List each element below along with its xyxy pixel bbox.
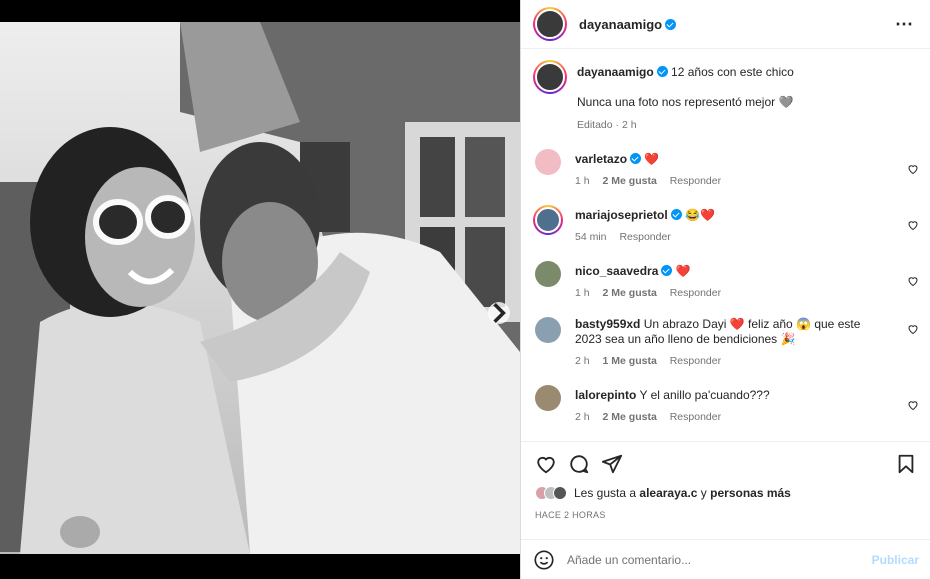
likes-summary: Les gusta a alearaya.c y personas más — [535, 486, 917, 500]
author-username[interactable]: dayanaamigo — [579, 17, 677, 32]
comment-item: nico_saavedra ❤️ 1 h 2 Me gusta Responde… — [533, 261, 919, 301]
verified-icon — [670, 209, 682, 220]
instagram-post-modal: dayanaamigo ⋯ dayanaamigo 12 años con es… — [0, 0, 930, 579]
caption-edited: Editado · 2 h — [577, 119, 637, 131]
caption-avatar[interactable] — [533, 60, 567, 94]
photo-illustration — [0, 22, 520, 554]
comment-text: ❤️ — [675, 264, 691, 278]
likes-prefix: Les gusta a — [574, 486, 637, 500]
comment-item: lalorepinto Y el anillo pa'cuando??? 2 h… — [533, 385, 919, 425]
post-photo[interactable] — [0, 22, 520, 554]
comment-icon[interactable] — [568, 453, 590, 475]
post-header: dayanaamigo ⋯ — [521, 0, 930, 49]
comment-time: 2 h — [575, 411, 590, 423]
comment-item: basty959xd Un abrazo Dayi ❤️ feliz año 😱… — [533, 317, 919, 369]
comment-username[interactable]: varletazo — [575, 152, 627, 166]
next-photo-button[interactable] — [488, 302, 510, 324]
comment-time: 54 min — [575, 231, 607, 243]
more-options-icon[interactable]: ⋯ — [895, 14, 918, 35]
comments-list[interactable]: dayanaamigo 12 años con este chico Nunca… — [521, 49, 930, 441]
comment-likes[interactable]: 2 Me gusta — [603, 411, 657, 423]
reply-button[interactable]: Responder — [619, 231, 670, 243]
like-comment-heart-icon[interactable] — [907, 399, 919, 411]
verified-icon — [630, 153, 642, 164]
reply-button[interactable]: Responder — [670, 175, 721, 187]
chevron-right-icon — [493, 302, 506, 324]
media-panel — [0, 0, 520, 579]
comment-item: varletazo ❤️ 1 h 2 Me gusta Responder — [533, 149, 919, 189]
reply-button[interactable]: Responder — [670, 355, 721, 367]
comment-username[interactable]: lalorepinto — [575, 388, 636, 402]
commenter-avatar[interactable] — [535, 385, 561, 411]
like-comment-heart-icon[interactable] — [907, 219, 919, 231]
add-comment-bar: Publicar — [521, 539, 930, 579]
comment-time: 2 h — [575, 355, 590, 367]
commenter-avatar[interactable] — [535, 317, 561, 343]
comment-likes[interactable]: 2 Me gusta — [603, 287, 657, 299]
comment-item: mariajoseprietol 😂❤️ 54 min Responder — [533, 205, 919, 245]
comment-text: ❤️ — [644, 152, 660, 166]
comment-username[interactable]: nico_saavedra — [575, 264, 658, 278]
comment-text: Y el anillo pa'cuando??? — [639, 388, 770, 402]
like-comment-heart-icon[interactable] — [907, 163, 919, 175]
verified-icon — [661, 265, 673, 276]
caption: dayanaamigo 12 años con este chico Nunca… — [533, 60, 919, 133]
post-actions: Les gusta a alearaya.c y personas más HA… — [521, 441, 930, 539]
post-details-panel: dayanaamigo ⋯ dayanaamigo 12 años con es… — [520, 0, 930, 579]
emoji-icon[interactable] — [533, 549, 555, 571]
publish-button[interactable]: Publicar — [872, 553, 919, 567]
verified-icon — [665, 18, 677, 30]
caption-username[interactable]: dayanaamigo — [577, 65, 654, 79]
comment-text: 😂❤️ — [685, 208, 715, 222]
like-comment-heart-icon[interactable] — [907, 275, 919, 287]
comment-likes[interactable]: 2 Me gusta — [603, 175, 657, 187]
comment-username[interactable]: basty959xd — [575, 317, 640, 331]
likers-avatars[interactable] — [535, 486, 567, 500]
comment-likes[interactable]: 1 Me gusta — [603, 355, 657, 367]
post-timestamp[interactable]: HACE 2 HORAS — [535, 510, 917, 520]
likes-middle: y — [700, 486, 707, 500]
commenter-avatar[interactable] — [535, 261, 561, 287]
others-likes-link[interactable]: personas más — [710, 486, 791, 500]
reply-button[interactable]: Responder — [670, 411, 721, 423]
like-comment-heart-icon[interactable] — [907, 323, 919, 335]
bookmark-icon[interactable] — [895, 453, 917, 475]
caption-text: 12 años con este chico — [671, 65, 794, 79]
share-icon[interactable] — [601, 453, 623, 475]
verified-icon — [656, 66, 668, 77]
comment-input[interactable] — [567, 552, 872, 567]
commenter-avatar[interactable] — [533, 205, 563, 235]
caption-text-2: Nunca una foto nos representó mejor 🩶 — [577, 95, 794, 109]
author-avatar[interactable] — [533, 7, 567, 41]
commenter-avatar[interactable] — [535, 149, 561, 175]
comment-username[interactable]: mariajoseprietol — [575, 208, 668, 222]
heart-icon[interactable] — [535, 453, 557, 475]
comment-time: 1 h — [575, 175, 590, 187]
comment-time: 1 h — [575, 287, 590, 299]
liker-username[interactable]: alearaya.c — [639, 486, 697, 500]
reply-button[interactable]: Responder — [670, 287, 721, 299]
